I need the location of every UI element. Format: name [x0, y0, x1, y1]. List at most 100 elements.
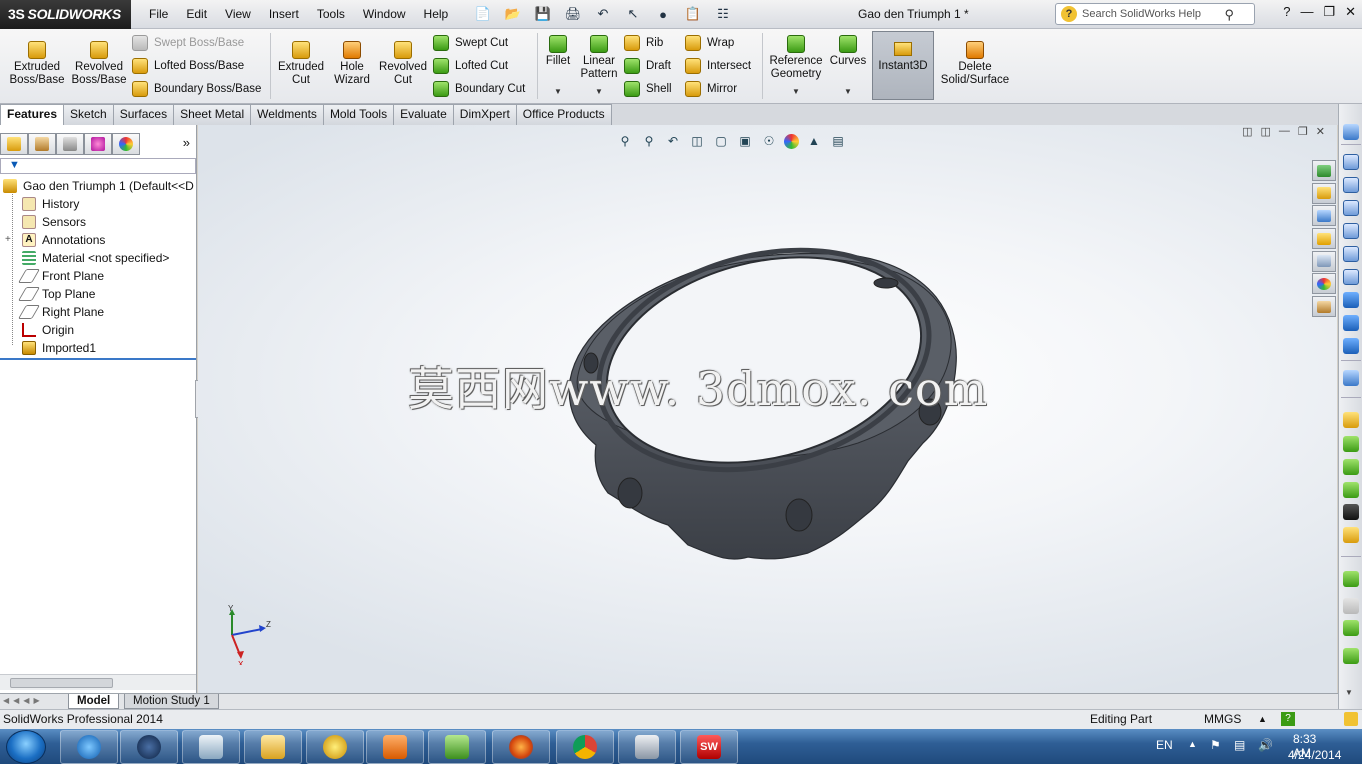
display-manager-tab[interactable] — [112, 133, 140, 155]
view-right-icon[interactable] — [1343, 223, 1359, 239]
reference-geometry-button[interactable]: Reference Geometry — [764, 35, 828, 81]
tree-item-material[interactable]: Material <not specified> — [0, 249, 196, 267]
taskbar-chrome[interactable] — [556, 730, 614, 764]
show-hidden-icons-icon[interactable]: ▲ — [1188, 739, 1197, 749]
tab-office-products[interactable]: Office Products — [515, 104, 612, 125]
property-manager-tab[interactable] — [28, 133, 56, 155]
search-icon[interactable]: ⚲ — [1224, 5, 1234, 25]
help-status-icon[interactable]: ? — [1281, 712, 1295, 726]
point-icon[interactable] — [1343, 482, 1359, 498]
select-arrow-icon[interactable]: ↖ — [620, 4, 646, 24]
lofted-cut-button[interactable]: Lofted Cut — [433, 56, 508, 76]
tab-weldments[interactable]: Weldments — [250, 104, 324, 125]
revolved-cut-button[interactable]: Revolved Cut — [372, 41, 434, 87]
tab-sketch[interactable]: Sketch — [63, 104, 114, 125]
shell-button[interactable]: Shell — [624, 79, 672, 99]
linear-pattern-button[interactable]: Linear Pattern — [568, 35, 630, 81]
tree-item-imported1[interactable]: Imported1 — [0, 339, 196, 357]
close-icon[interactable]: ✕ — [1345, 4, 1356, 20]
measure-icon[interactable] — [1343, 370, 1359, 386]
restore-icon[interactable]: ❐ — [1323, 4, 1335, 20]
tab-motion-study-1[interactable]: Motion Study 1 — [124, 694, 219, 709]
taskbar-messenger[interactable] — [306, 730, 364, 764]
task-pane-resources[interactable] — [1312, 160, 1336, 181]
swept-boss-button[interactable]: Swept Boss/Base — [132, 33, 244, 53]
menu-view[interactable]: View — [216, 0, 260, 29]
tree-item-top-plane[interactable]: Top Plane — [0, 285, 196, 303]
revolved-boss-button[interactable]: Revolved Boss/Base — [68, 41, 130, 87]
view-trimetric-icon[interactable] — [1343, 315, 1359, 331]
taskbar-media-player[interactable] — [366, 730, 424, 764]
pattern-dropdown-icon[interactable]: ▼ — [595, 87, 603, 96]
tab-dimxpert[interactable]: DimXpert — [452, 104, 517, 125]
menu-file[interactable]: File — [140, 0, 177, 29]
language-indicator[interactable]: EN — [1156, 738, 1173, 752]
view-dimetric-icon[interactable] — [1343, 338, 1359, 354]
dimxpert-manager-tab[interactable] — [84, 133, 112, 155]
tree-item-front-plane[interactable]: Front Plane — [0, 267, 196, 285]
taskbar-app-x[interactable] — [618, 730, 676, 764]
rib-button[interactable]: Rib — [624, 33, 663, 53]
rebuild-icon[interactable]: ● — [650, 4, 676, 24]
save-icon[interactable]: 💾 — [530, 4, 556, 24]
view-bottom-icon[interactable] — [1343, 269, 1359, 285]
feature-manager-tab[interactable] — [0, 133, 28, 155]
boundary-boss-button[interactable]: Boundary Boss/Base — [132, 79, 261, 99]
instant3d-button[interactable]: Instant3D — [872, 31, 934, 100]
mirror-button[interactable]: Mirror — [685, 79, 737, 99]
tab-evaluate[interactable]: Evaluate — [393, 104, 454, 125]
taskbar-firefox[interactable] — [492, 730, 550, 764]
task-pane-design-library[interactable] — [1312, 205, 1336, 227]
tab-mold-tools[interactable]: Mold Tools — [322, 104, 395, 125]
tree-item-history[interactable]: History — [0, 195, 196, 213]
menu-edit[interactable]: Edit — [177, 0, 216, 29]
print-icon[interactable]: 🖨 — [560, 4, 586, 24]
menu-help[interactable]: Help — [415, 0, 458, 29]
boundary-cut-button[interactable]: Boundary Cut — [433, 79, 525, 99]
open-folder-icon[interactable]: 📂 — [500, 4, 526, 24]
taskbar-ie[interactable] — [60, 730, 118, 764]
lofted-boss-button[interactable]: Lofted Boss/Base — [132, 56, 244, 76]
tab-surfaces[interactable]: Surfaces — [112, 104, 175, 125]
tree-horizontal-scrollbar[interactable] — [0, 674, 196, 690]
curve-through-points-icon[interactable] — [1343, 648, 1359, 664]
reference-dropdown-icon[interactable]: ▼ — [792, 87, 800, 96]
tree-item-right-plane[interactable]: Right Plane — [0, 303, 196, 321]
taskbar-solidworks[interactable]: SW — [680, 730, 738, 764]
extrude-tool-icon[interactable] — [1343, 527, 1359, 543]
rollback-bar[interactable] — [0, 358, 196, 360]
view-left-icon[interactable] — [1343, 200, 1359, 216]
delete-solid-button[interactable]: Delete Solid/Surface — [938, 41, 1012, 87]
scroll-down-icon[interactable]: ▼ — [1345, 688, 1353, 697]
start-button[interactable] — [6, 730, 46, 764]
menu-tools[interactable]: Tools — [308, 0, 354, 29]
more-tabs-icon[interactable]: » — [183, 135, 190, 150]
expand-plus-icon[interactable]: + — [5, 231, 11, 249]
tree-filter-input[interactable]: ▼ — [0, 158, 196, 174]
view-top-icon[interactable] — [1343, 246, 1359, 262]
sketch-icon[interactable] — [1343, 412, 1359, 428]
action-center-icon[interactable]: ⚑ — [1210, 738, 1221, 752]
file-properties-icon[interactable]: 📋 — [680, 4, 706, 24]
new-document-icon[interactable]: 📄 — [470, 4, 496, 24]
scrollbar-thumb[interactable] — [10, 678, 113, 688]
normal-to-icon[interactable] — [1343, 124, 1359, 140]
graphics-area[interactable]: ⚲ ⚲ ↶ ◫ ▢ ▣ ☉ ▲ ▤ ◫ ◫ — ❐ ✕ 莫西网www. 3dmo… — [198, 125, 1337, 693]
task-pane-view-palette[interactable] — [1312, 250, 1336, 272]
intersect-button[interactable]: Intersect — [685, 56, 751, 76]
taskbar-explorer[interactable] — [244, 730, 302, 764]
curves-button[interactable]: Curves — [822, 35, 874, 68]
inactive-tool-icon[interactable] — [1343, 598, 1359, 614]
configuration-manager-tab[interactable] — [56, 133, 84, 155]
volume-icon[interactable]: 🔊 — [1258, 738, 1273, 752]
network-icon[interactable]: ▤ — [1234, 738, 1245, 752]
view-front-icon[interactable] — [1343, 154, 1359, 170]
solidworks-logo[interactable]: 3S SOLIDWORKS — [0, 0, 131, 29]
swept-cut-button[interactable]: Swept Cut — [433, 33, 508, 53]
taskbar-app-settings[interactable] — [120, 730, 178, 764]
help-question-icon[interactable]: ? — [1283, 4, 1290, 20]
task-pane-appearances[interactable] — [1312, 273, 1336, 295]
spline-icon[interactable] — [1343, 620, 1359, 636]
move-icon[interactable] — [1343, 504, 1359, 520]
notification-icon[interactable] — [1344, 712, 1358, 726]
